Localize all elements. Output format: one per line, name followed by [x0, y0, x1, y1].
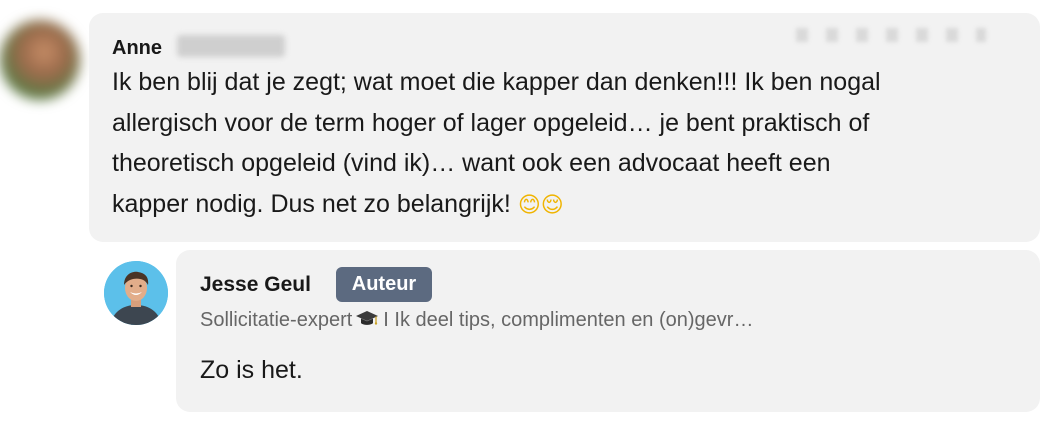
comment-text: Ik ben blij dat je zegt; wat moet die ka… — [112, 62, 1022, 226]
smiling-emoji-icon: 😊😌 — [517, 192, 564, 218]
reply-author-name[interactable]: Jesse Geul — [200, 273, 311, 297]
comment-text-line: Ik ben blij dat je zegt; wat moet die ka… — [112, 68, 881, 96]
reply-author-avatar[interactable] — [104, 261, 168, 325]
graduation-cap-icon — [355, 309, 379, 335]
reply-author-headline: Sollicitatie-expert I Ik deel tips, comp… — [200, 308, 753, 335]
headline-description: I Ik deel tips, complimenten en (on)gevr… — [383, 309, 754, 331]
comment-text-line: kapper nodig. Dus net zo belangrijk! 😊😌 — [112, 184, 1022, 227]
commenter-avatar[interactable] — [0, 20, 80, 100]
redacted-comment-meta — [796, 28, 986, 42]
author-badge: Auteur — [336, 267, 432, 302]
redacted-author-lastname — [177, 35, 285, 57]
comment-text-line: allergisch voor de term hoger of lager o… — [112, 108, 870, 137]
comment-author-name[interactable]: Anne — [112, 36, 162, 60]
reply-text: Zo is het. — [200, 356, 303, 384]
person-photo-icon — [104, 261, 168, 325]
comment-text-line-content: kapper nodig. Dus net zo belangrijk! — [112, 189, 518, 218]
comment-text-line: theoretisch opgeleid (vind ik)… want ook… — [112, 149, 831, 177]
headline-title: Sollicitatie-expert — [200, 309, 353, 331]
